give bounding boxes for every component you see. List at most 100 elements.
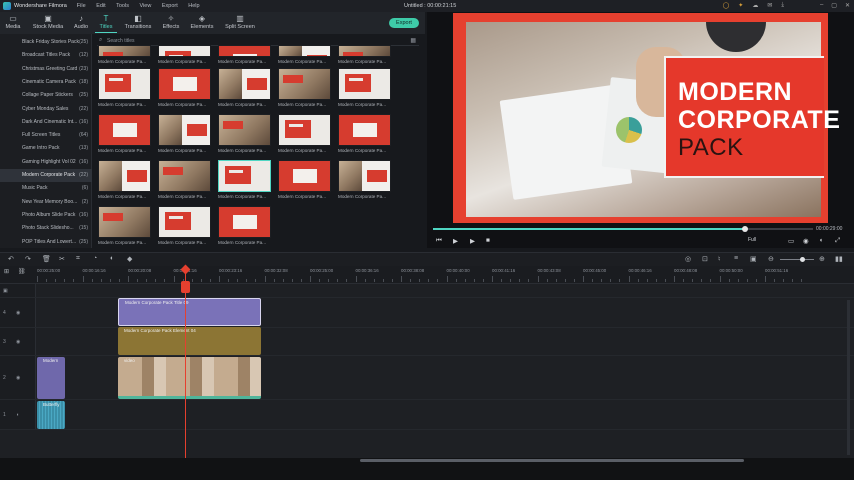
title-thumbnail[interactable]	[98, 45, 151, 57]
close-icon[interactable]: ✕	[845, 2, 850, 9]
grid-view-icon[interactable]: ▦	[410, 37, 416, 44]
vertical-scrollbar[interactable]	[847, 300, 850, 455]
category-item[interactable]: Black Friday Stories Pack (25)	[0, 36, 92, 49]
zoom-slider-handle[interactable]	[800, 257, 805, 262]
title-thumbnail[interactable]	[158, 206, 211, 238]
snapshot-icon[interactable]: ▣	[750, 255, 757, 263]
title-thumbnail[interactable]	[338, 68, 391, 100]
menu-view[interactable]: View	[139, 3, 151, 9]
playhead-handle[interactable]	[181, 281, 190, 293]
eye-icon[interactable]: ◉	[16, 375, 20, 381]
play-back-icon[interactable]: ▶	[453, 237, 458, 245]
eye-icon[interactable]: ◉	[16, 310, 20, 316]
category-item[interactable]: Cyber Monday Sales (22)	[0, 103, 92, 116]
track-lock-icon[interactable]: ▣	[3, 288, 8, 294]
speed-icon[interactable]: ◔	[93, 255, 97, 262]
layout-icon[interactable]: ▮▮	[835, 255, 843, 263]
category-item[interactable]: Modern Corporate Pack (22)	[0, 169, 92, 183]
bulb-icon[interactable]: ✦	[738, 2, 743, 9]
mixer-icon[interactable]: ≡	[734, 255, 738, 262]
volume-icon[interactable]: ◖	[819, 237, 823, 244]
title-thumbnail[interactable]	[218, 45, 271, 57]
title-thumbnail[interactable]	[158, 114, 211, 146]
quality-select[interactable]: Full	[748, 237, 756, 243]
mic-icon[interactable]: ♮	[718, 255, 721, 263]
link-icon[interactable]: ⛓	[18, 268, 26, 275]
playhead[interactable]	[185, 270, 186, 460]
title-thumbnail[interactable]	[338, 160, 391, 192]
category-item[interactable]: Gaming Highlight Vol 02 (16)	[0, 156, 92, 169]
step-back-icon[interactable]: ⏮	[436, 237, 442, 245]
tab-stock-media[interactable]: ▣ Stock Media	[31, 14, 65, 30]
tab-elements[interactable]: ◈ Elements	[185, 14, 219, 30]
video-clip[interactable]: video	[118, 357, 261, 399]
title-clip[interactable]: Modern Corporate Pack Title 09	[118, 298, 261, 326]
title-thumbnail[interactable]	[218, 206, 271, 238]
category-item[interactable]: Cinematic Camera Pack (18)	[0, 76, 92, 89]
menu-file[interactable]: File	[77, 3, 86, 9]
stop-icon[interactable]: ■	[486, 237, 490, 244]
category-item[interactable]: Game Intro Pack (13)	[0, 142, 92, 155]
small-title-clip[interactable]: Modern	[37, 357, 65, 399]
title-thumbnail[interactable]	[98, 206, 151, 238]
tab-titles[interactable]: T Titles	[89, 14, 123, 33]
marker-icon[interactable]: ⊡	[702, 255, 708, 263]
speaker-icon[interactable]: ◖	[16, 412, 19, 418]
title-thumbnail[interactable]	[98, 68, 151, 100]
render-icon[interactable]: ◎	[685, 255, 691, 263]
crop-icon[interactable]: ⌗	[76, 255, 80, 263]
timeline-ruler[interactable]: ⊞ ⛓ 00:00:25:00 00:00:16:16 00:00:20:08 00:…	[0, 266, 854, 284]
eye-icon[interactable]: ◉	[16, 339, 20, 345]
title-thumbnail[interactable]	[218, 114, 271, 146]
minimize-icon[interactable]: –	[820, 2, 823, 9]
play-icon[interactable]: ▶	[470, 237, 475, 245]
horizontal-scrollbar[interactable]	[360, 459, 744, 462]
export-button[interactable]: Export	[389, 18, 419, 28]
add-track-icon[interactable]: ⊞	[4, 268, 9, 275]
category-item[interactable]: Broadcast Titles Pack (12)	[0, 49, 92, 62]
zoom-slider[interactable]	[780, 259, 814, 260]
menu-tools[interactable]: Tools	[116, 3, 129, 9]
camera-icon[interactable]: ◉	[803, 237, 809, 245]
category-item[interactable]: Collage Paper Stickers (25)	[0, 89, 92, 102]
audio-clip[interactable]: Butterfly	[37, 401, 65, 429]
title-thumbnail[interactable]	[338, 114, 391, 146]
zoom-out-icon[interactable]: ⊖	[768, 255, 774, 263]
category-item[interactable]: Music Pack (6)	[0, 182, 92, 195]
category-item[interactable]: Dark And Cinematic Int... (16)	[0, 116, 92, 129]
mail-icon[interactable]: ✉	[767, 2, 772, 9]
title-thumbnail[interactable]	[98, 114, 151, 146]
category-item[interactable]: Full Screen Titles (64)	[0, 129, 92, 142]
title-thumbnail[interactable]	[218, 160, 271, 192]
scrubber-handle[interactable]	[741, 226, 748, 232]
category-item[interactable]: Christmas Greeting Card (23)	[0, 63, 92, 76]
cloud-icon[interactable]: ☁	[752, 2, 758, 9]
title-thumbnail[interactable]	[338, 45, 391, 57]
fullscreen-icon[interactable]: ⤢	[835, 237, 840, 245]
tab-transitions[interactable]: ◧ Transitions	[121, 14, 155, 30]
category-item[interactable]: Photo Album Slide Pack (16)	[0, 209, 92, 222]
account-icon[interactable]: ◯	[723, 2, 730, 9]
undo-icon[interactable]: ↶	[8, 255, 14, 263]
tab-split-screen[interactable]: ▥ Split Screen	[222, 14, 258, 30]
delete-icon[interactable]: 🗑	[42, 255, 51, 263]
maximize-icon[interactable]: ▢	[831, 2, 837, 9]
title-thumbnail[interactable]	[158, 45, 211, 57]
title-thumbnail[interactable]	[158, 68, 211, 100]
menu-edit[interactable]: Edit	[96, 3, 105, 9]
search-input[interactable]: Search titles	[107, 38, 135, 44]
redo-icon[interactable]: ↷	[25, 255, 31, 263]
monitor-icon[interactable]: ▭	[788, 237, 794, 245]
title-thumbnail[interactable]	[278, 160, 331, 192]
category-item[interactable]: New Year Memory Boo... (2)	[0, 196, 92, 209]
menu-export[interactable]: Export	[162, 3, 178, 9]
color-icon[interactable]: ◐	[110, 255, 114, 262]
title-thumbnail[interactable]	[278, 45, 331, 57]
title-thumbnail[interactable]	[98, 160, 151, 192]
tab-effects[interactable]: ✧ Effects	[154, 14, 188, 30]
cut-icon[interactable]: ✂	[59, 255, 65, 263]
title-thumbnail[interactable]	[158, 160, 211, 192]
tab-media[interactable]: ▭ Media	[0, 14, 30, 30]
keyframe-icon[interactable]: ◆	[127, 255, 132, 263]
title-thumbnail[interactable]	[278, 114, 331, 146]
